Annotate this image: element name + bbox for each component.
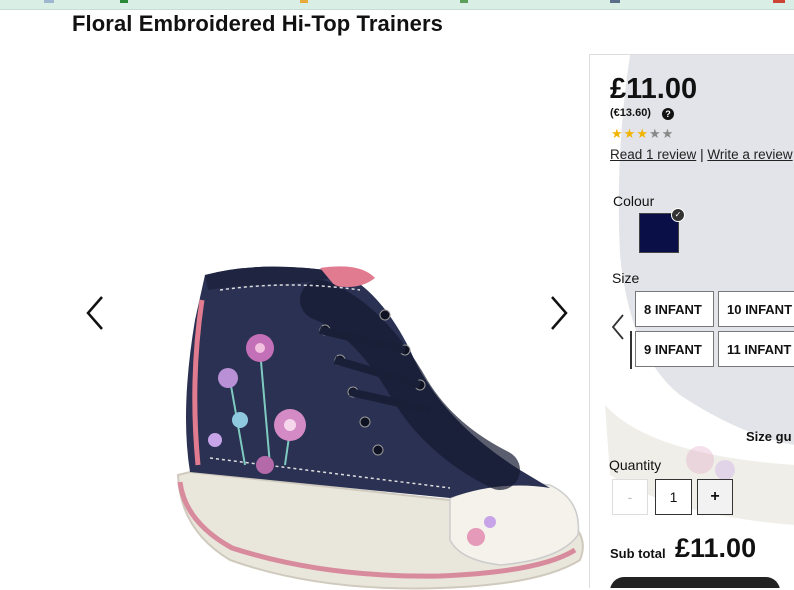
quantity-input[interactable]: 1 <box>655 479 692 515</box>
check-icon: ✓ <box>671 208 685 222</box>
product-price: £11.00 <box>610 73 698 105</box>
size-carousel-edge <box>630 331 632 369</box>
colour-label: Colour <box>613 193 655 209</box>
add-to-bag-button[interactable] <box>610 577 780 588</box>
write-review-link[interactable]: Write a review <box>707 147 792 162</box>
alt-currency-price: (€13.60) <box>610 107 651 119</box>
review-separator: | <box>700 147 704 162</box>
size-guide-link[interactable]: Size gu <box>746 429 792 444</box>
quantity-label: Quantity <box>609 457 662 473</box>
star-icon: ★ <box>623 126 637 141</box>
product-purchase-panel: £11.00 (€13.60) ? ★★★★★ Read 1 review | … <box>589 54 794 588</box>
gallery-prev-button[interactable] <box>82 293 112 333</box>
size-option-11-infant[interactable]: 11 INFANT <box>718 331 794 367</box>
product-image <box>176 266 584 590</box>
star-icon: ★ <box>636 126 649 141</box>
review-links: Read 1 review | Write a review <box>610 147 793 162</box>
size-label: Size <box>612 270 640 286</box>
star-rating: ★★★★★ <box>611 126 674 142</box>
size-option-9-infant[interactable]: 9 INFANT <box>635 331 714 367</box>
quantity-decrease-button[interactable]: - <box>612 479 648 515</box>
size-option-8-infant[interactable]: 8 INFANT <box>635 291 714 327</box>
size-option-10-infant[interactable]: 10 INFANT <box>718 291 794 327</box>
quantity-increase-button[interactable]: + <box>697 479 733 515</box>
browser-bookmarks-strip <box>0 0 794 10</box>
star-icon: ★ <box>648 126 662 141</box>
subtotal-label: Sub total <box>610 546 666 561</box>
product-image-gallery <box>60 55 590 590</box>
chevron-left-icon <box>86 296 103 330</box>
star-icon: ★ <box>661 126 675 141</box>
size-prev-button[interactable] <box>610 313 626 341</box>
help-icon[interactable]: ? <box>662 108 674 120</box>
star-icon: ★ <box>611 126 624 141</box>
subtotal-value: £11.00 <box>675 533 757 563</box>
product-title: Floral Embroidered Hi-Top Trainers <box>72 11 443 36</box>
chevron-left-icon <box>611 314 624 340</box>
read-reviews-link[interactable]: Read 1 review <box>610 147 696 162</box>
